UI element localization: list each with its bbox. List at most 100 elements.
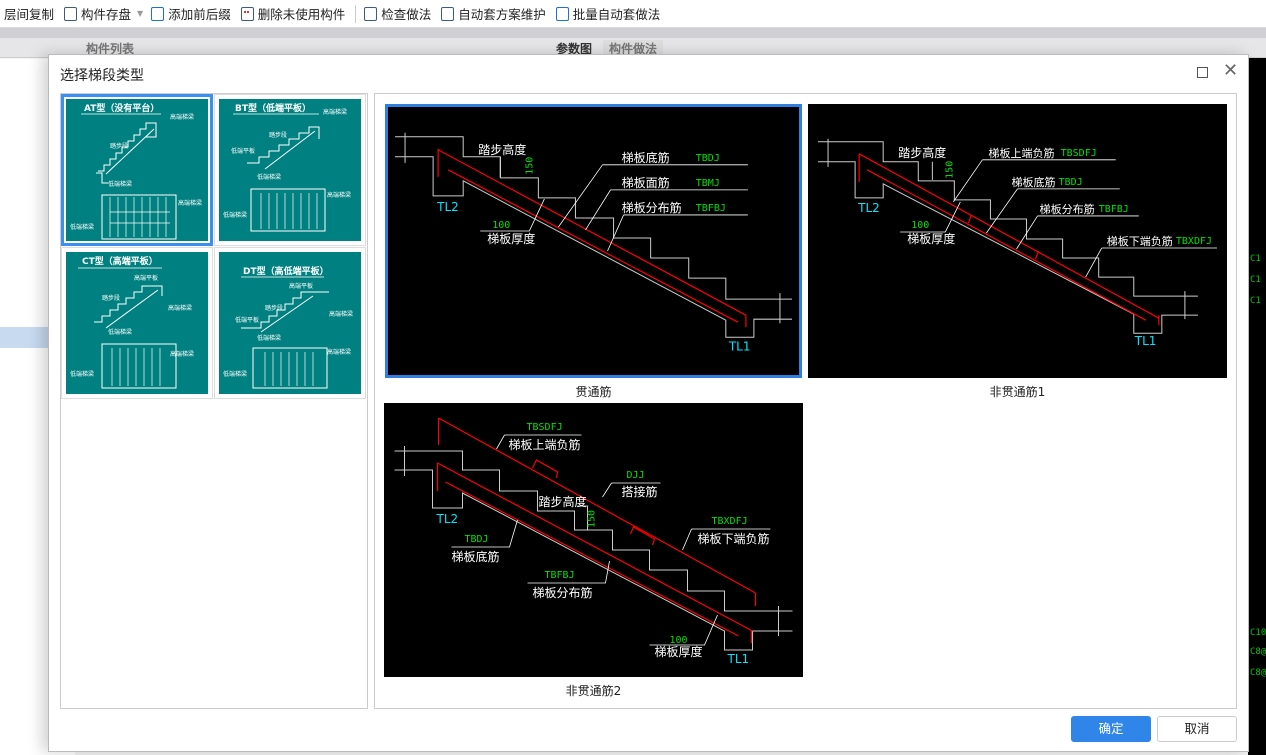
code-tbdj: TBDJ [465, 534, 489, 545]
toolbar: 层间复制 构件存盘 ▼ 添加前后缀 删除未使用构件 检查做法 自动套方案维护 批… [0, 0, 1266, 28]
bt-type-diagram: BT型（低端平板） 高端梯梁 踏步段 低端平板 低端梯梁 高端梯梁 低端梯梁 [219, 99, 361, 241]
non-through-rebar-1-diagram: 踏步高度 150 TL2 TL1 100 梯板厚度 梯板上端负筋 TBSDFJ … [818, 138, 1217, 348]
delete-unused-button[interactable]: 删除未使用构件 [240, 4, 346, 23]
save-component-icon [64, 6, 78, 21]
type-title: AT型（没有平台） [84, 102, 159, 114]
label-100: 100 [911, 220, 929, 231]
cad-label: C8@ [1250, 668, 1266, 678]
thumb-label: 高端梯梁 [327, 348, 351, 356]
code-tbdj: TBDJ [1059, 177, 1083, 188]
auto-scheme-button[interactable]: 自动套方案维护 [441, 4, 546, 23]
option-non-through-rebar-2[interactable]: TBSDFJ 梯板上端负筋 DJJ 搭接筋 踏步高度 150 TBXDFJ 梯板… [384, 403, 803, 677]
thumb-label: 低端梯梁 [108, 328, 132, 336]
dialog-title: 选择梯段类型 [60, 68, 144, 84]
stair-type-dt[interactable]: DT型（高低端平板） 高端平板 踏步段 低端平板 高端梯梁 低端梯梁 高端梯梁 … [214, 247, 366, 399]
thumb-label: 低端梯梁 [108, 180, 132, 188]
label-thickness: 梯板厚度 [487, 231, 535, 246]
add-prefix-button[interactable]: 添加前后缀 [151, 4, 231, 23]
thumb-label: 高端梯梁 [329, 310, 353, 318]
label-lower-neg-rebar: 梯板下端负筋 [1107, 234, 1173, 248]
save-dropdown-icon[interactable]: ▼ [137, 9, 143, 18]
thumb-label: 踏步段 [102, 294, 120, 302]
thumb-label: 高端梯梁 [323, 108, 347, 116]
save-component-button[interactable]: 构件存盘 [64, 4, 131, 23]
option-non-through-rebar-1[interactable]: 踏步高度 150 TL2 TL1 100 梯板厚度 梯板上端负筋 TBSDFJ … [808, 104, 1227, 378]
at-type-diagram: AT型（没有平台） 高端梯梁 踏步段 低端梯梁 高端梯梁 低端梯梁 [66, 99, 208, 241]
label-step-height: 踏步高度 [539, 494, 587, 509]
code-tbsdfj: TBSDFJ [1061, 148, 1097, 159]
label-dist-rebar: 梯板分布筋 [533, 585, 593, 600]
label-top-rebar: 梯板面筋 [622, 175, 670, 190]
label-tl1: TL1 [1134, 334, 1157, 348]
cad-label: C8@ [1250, 647, 1266, 657]
delete-unused-label: 删除未使用构件 [257, 7, 346, 22]
thumb-label: 高端梯梁 [170, 350, 194, 358]
background-band [0, 28, 1266, 38]
close-icon[interactable]: ✕ [1223, 61, 1238, 81]
label-tl2: TL2 [436, 200, 459, 214]
code-tbxdfj: TBXDFJ [712, 516, 748, 527]
label-thickness: 梯板厚度 [907, 231, 955, 246]
label-tl2: TL2 [857, 201, 880, 215]
delete-unused-icon [240, 6, 254, 21]
thumb-label: 低端平板 [235, 316, 259, 324]
copy-floor-button[interactable]: 层间复制 [4, 4, 54, 23]
label-bottom-rebar: 梯板底筋 [622, 150, 670, 165]
thumb-label: 高端梯梁 [170, 113, 194, 121]
toolbar-separator [355, 4, 357, 23]
batch-auto-label: 批量自动套做法 [572, 7, 661, 22]
label-dist-rebar: 梯板分布筋 [1040, 202, 1095, 216]
cad-label: C10 [1250, 628, 1266, 638]
copy-floor-label: 层间复制 [4, 7, 55, 22]
rebar-option-panel: 踏步高度 150 TL2 TL1 100 梯板厚度 梯板底筋 TBDJ 梯板面筋… [374, 93, 1237, 709]
batch-auto-button[interactable]: 批量自动套做法 [555, 4, 661, 23]
ok-button[interactable]: 确定 [1071, 716, 1151, 742]
stair-type-list: AT型（没有平台） 高端梯梁 踏步段 低端梯梁 高端梯梁 低端梯梁 BT型（低端… [60, 93, 368, 709]
cancel-button[interactable]: 取消 [1157, 716, 1237, 742]
thumb-label: 高端梯梁 [168, 304, 192, 312]
stair-type-bt[interactable]: BT型（低端平板） 高端梯梁 踏步段 低端平板 低端梯梁 高端梯梁 低端梯梁 [214, 94, 366, 246]
caption-through-rebar: 贯通筋 [575, 385, 612, 399]
thumb-label: 踏步段 [269, 131, 287, 139]
thumb-label: 高端梯梁 [178, 199, 202, 207]
label-step-height: 踏步高度 [478, 142, 526, 157]
thumb-label: 低端梯梁 [70, 223, 94, 231]
label-150: 150 [944, 161, 955, 179]
ct-type-diagram: CT型（高端平板） 高端平板 踏步段 高端梯梁 低端梯梁 高端梯梁 低端梯梁 [66, 252, 208, 394]
code-tbfbj: TBFBJ [1099, 204, 1129, 215]
thumb-label: 高端梯梁 [327, 191, 351, 199]
stair-type-at[interactable]: AT型（没有平台） 高端梯梁 踏步段 低端梯梁 高端梯梁 低端梯梁 [61, 94, 213, 246]
add-prefix-label: 添加前后缀 [168, 7, 231, 22]
label-lap-rebar: 搭接筋 [622, 484, 658, 499]
label-tl1: TL1 [728, 339, 751, 353]
label-bottom-rebar: 梯板底筋 [452, 549, 500, 564]
type-title: CT型（高端平板） [82, 255, 158, 267]
check-method-button[interactable]: 检查做法 [364, 4, 431, 23]
label-150: 150 [587, 510, 598, 528]
label-tl1: TL1 [727, 652, 750, 666]
stair-type-ct[interactable]: CT型（高端平板） 高端平板 踏步段 高端梯梁 低端梯梁 高端梯梁 低端梯梁 [61, 247, 213, 399]
thumb-label: 低端梯梁 [70, 370, 94, 378]
auto-scheme-icon [441, 6, 455, 21]
check-method-label: 检查做法 [381, 7, 432, 22]
cad-label: C1 [1250, 254, 1261, 264]
code-tbsdfj: TBSDFJ [527, 422, 563, 433]
code-tbdj: TBDJ [696, 153, 720, 164]
non-through-rebar-2-diagram: TBSDFJ 梯板上端负筋 DJJ 搭接筋 踏步高度 150 TBXDFJ 梯板… [394, 417, 793, 666]
thumb-label: 低端梯梁 [223, 211, 247, 219]
auto-scheme-label: 自动套方案维护 [458, 7, 546, 22]
code-tbxdfj: TBXDFJ [1176, 236, 1212, 247]
caption-non-through-rebar-2: 非贯通筋2 [565, 684, 622, 698]
code-djj: DJJ [627, 470, 645, 481]
label-dist-rebar: 梯板分布筋 [622, 200, 682, 215]
type-title: BT型（低端平板） [235, 102, 311, 114]
thumb-label: 高端平板 [289, 282, 313, 290]
cad-label: C1 [1250, 275, 1261, 285]
maximize-icon[interactable] [1197, 67, 1208, 78]
label-step-height: 踏步高度 [898, 145, 946, 160]
option-through-rebar[interactable]: 踏步高度 150 TL2 TL1 100 梯板厚度 梯板底筋 TBDJ 梯板面筋… [385, 104, 802, 378]
thumb-label: 踏步段 [110, 142, 128, 150]
type-title: DT型（高低端平板） [243, 265, 329, 277]
check-method-icon [364, 6, 378, 21]
dt-type-diagram: DT型（高低端平板） 高端平板 踏步段 低端平板 高端梯梁 低端梯梁 高端梯梁 … [219, 252, 361, 394]
